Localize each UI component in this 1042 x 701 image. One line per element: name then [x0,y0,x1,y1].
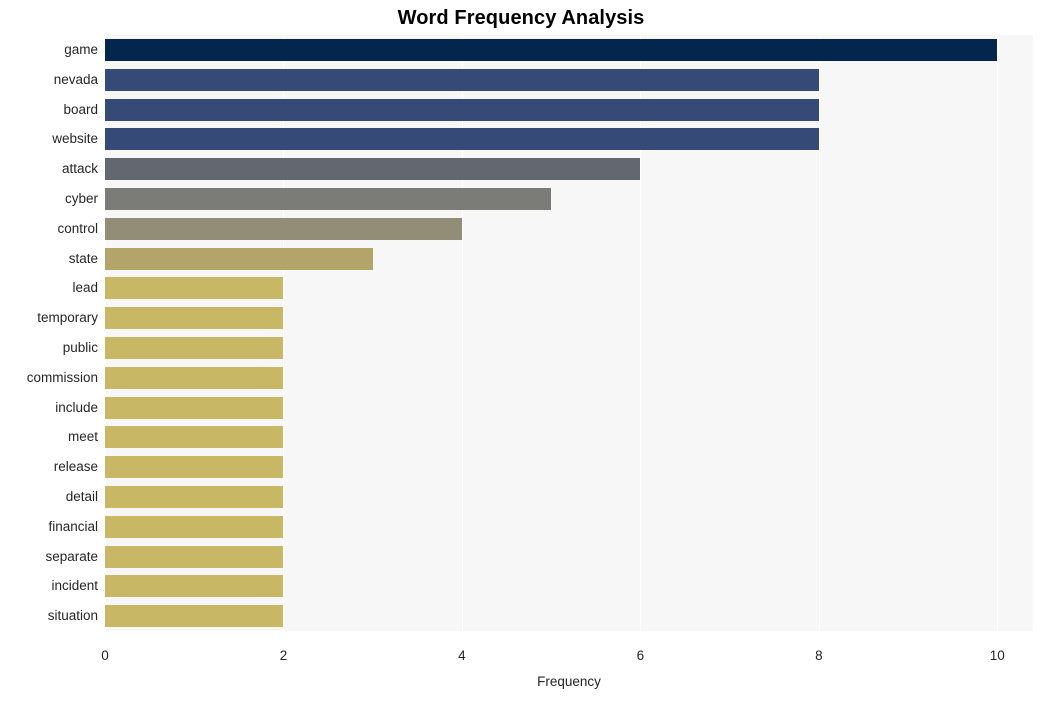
y-tick-label-control: control [57,220,98,236]
bar-incident [105,575,284,598]
x-tick-label-10: 10 [989,648,1005,663]
bar-meet [105,426,284,449]
bar-commission [105,366,284,389]
y-tick-label-board: board [63,101,98,117]
bar-detail [105,485,284,508]
y-tick-label-separate: separate [45,548,98,564]
bar-lead [105,277,284,300]
bar-row [105,485,1033,508]
y-tick-label-commission: commission [26,369,98,385]
bar-row [105,307,1033,330]
x-tick-label-2: 2 [279,648,288,663]
bar-game [105,38,998,61]
y-tick-label-state: state [68,250,98,266]
bar-temporary [105,307,284,330]
bar-row [105,128,1033,151]
bar-financial [105,515,284,538]
bar-control [105,217,462,240]
bar-row [105,545,1033,568]
bar-row [105,247,1033,270]
bar-row [105,396,1033,419]
y-tick-label-nevada: nevada [53,71,98,87]
y-tick-label-website: website [52,131,98,147]
bar-cyber [105,187,552,210]
y-tick-label-situation: situation [47,608,98,624]
bar-row [105,336,1033,359]
bar-situation [105,605,284,628]
bar-row [105,217,1033,240]
x-axis-title: Frequency [537,674,601,689]
y-tick-label-game: game [64,41,98,57]
bar-nevada [105,68,819,91]
bar-separate [105,545,284,568]
bar-row [105,277,1033,300]
y-tick-label-financial: financial [48,518,98,534]
bar-row [105,515,1033,538]
y-tick-label-attack: attack [61,161,98,177]
plot-area [105,35,1033,631]
y-tick-label-temporary: temporary [37,310,98,326]
x-tick-label-0: 0 [101,648,109,663]
bar-public [105,336,284,359]
y-tick-label-public: public [62,339,98,355]
bar-website [105,128,819,151]
y-tick-label-lead: lead [72,280,98,296]
bar-row [105,366,1033,389]
y-tick-label-include: include [55,399,98,415]
bar-release [105,456,284,479]
bar-row [105,38,1033,61]
bar-row [105,575,1033,598]
bar-row [105,605,1033,628]
y-tick-label-incident: incident [51,578,98,594]
bar-attack [105,158,641,181]
y-tick-label-cyber: cyber [64,190,98,206]
x-axis-tick-labels: 0 2 4 6 8 10 [0,648,1042,668]
bar-row [105,187,1033,210]
x-tick-label-4: 4 [458,648,466,663]
x-tick-label-8: 8 [815,648,823,663]
bar-state [105,247,373,270]
page-title: Word Frequency Analysis [397,7,645,29]
chart-figure: Word Frequency Analysis game nevada board w… [0,0,1042,701]
y-tick-label-detail: detail [65,488,98,504]
bar-row [105,426,1033,449]
bar-row [105,68,1033,91]
bar-board [105,98,819,121]
bar-row [105,456,1033,479]
bar-row [105,158,1033,181]
bars-layer [105,35,1033,631]
x-tick-label-6: 6 [636,648,645,663]
bar-row [105,98,1033,121]
y-tick-label-release: release [53,459,98,475]
bar-include [105,396,284,419]
y-tick-label-meet: meet [67,429,98,445]
